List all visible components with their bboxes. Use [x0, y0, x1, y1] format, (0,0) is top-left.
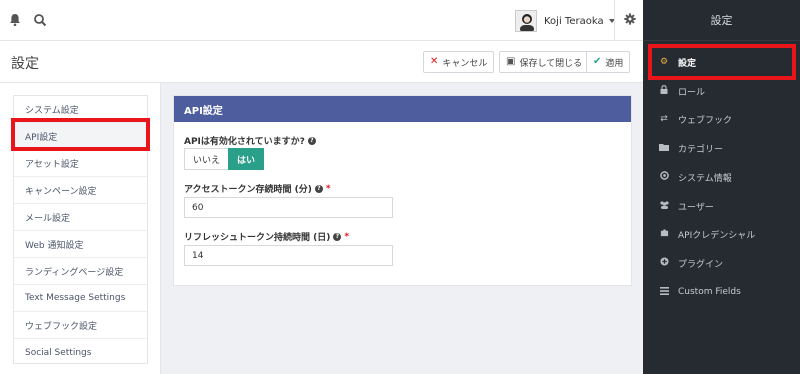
- page-title: 設定: [11, 56, 39, 72]
- nav-item-social-settings[interactable]: Social Settings: [14, 339, 147, 366]
- puzzle-icon: [656, 228, 672, 240]
- refresh-token-label: リフレッシュトークン持続時間 (日) ? *: [184, 231, 350, 244]
- help-icon[interactable]: ?: [307, 136, 316, 145]
- sidebar-item-categories[interactable]: カテゴリー: [643, 134, 800, 162]
- users-icon: [656, 200, 672, 212]
- sidebar-item-roles[interactable]: ロール: [643, 77, 800, 105]
- top-bar: Koji Teraoka: [0, 0, 643, 41]
- lock-icon: [656, 85, 672, 97]
- api-enabled-toggle: いいえ はい: [184, 148, 265, 170]
- sidebar-title: 設定: [643, 0, 800, 41]
- divider: [614, 0, 615, 41]
- access-token-label: アクセストークン存続時間 (分) ? *: [184, 183, 331, 196]
- nav-item-asset-settings[interactable]: アセット設定: [14, 150, 147, 177]
- save-and-close-label: 保存して閉じる: [519, 58, 583, 69]
- folder-icon: [656, 143, 672, 154]
- toggle-no-button[interactable]: いいえ: [184, 148, 229, 170]
- page-header: 設定 ✕ キャンセル ▣ 保存して閉じる ✔ 適用: [0, 41, 643, 83]
- nav-item-campaign-settings[interactable]: キャンペーン設定: [14, 177, 147, 204]
- access-token-input[interactable]: 60: [184, 197, 393, 218]
- user-menu[interactable]: Koji Teraoka: [515, 9, 615, 33]
- toggle-yes-button[interactable]: はい: [228, 148, 265, 170]
- nav-item-landing-page-settings[interactable]: ランディングページ設定: [14, 258, 147, 285]
- check-icon: ✔: [593, 56, 602, 67]
- exchange-icon: ⇄: [660, 114, 668, 124]
- cancel-button-label: キャンセル: [442, 58, 488, 69]
- api-settings-panel: API設定 APIは有効化されていますか? ? いいえ はい アクセストークン存…: [173, 95, 632, 286]
- refresh-token-input[interactable]: 14: [184, 245, 393, 266]
- close-icon: ✕: [430, 56, 439, 67]
- sidebar-item-plugins[interactable]: プラグイン: [643, 249, 800, 277]
- required-mark: *: [325, 183, 331, 194]
- nav-item-web-notification-settings[interactable]: Web 通知設定: [14, 231, 147, 258]
- apply-button[interactable]: ✔ 適用: [586, 51, 631, 73]
- help-icon[interactable]: ?: [314, 184, 323, 193]
- highlight-box-settings: [648, 44, 796, 80]
- cancel-button[interactable]: ✕ キャンセル: [423, 51, 495, 73]
- sidebar-item-api-credentials[interactable]: APIクレデンシャル: [643, 220, 800, 248]
- life-ring-icon: [656, 171, 672, 183]
- gear-icon[interactable]: [624, 13, 636, 25]
- nav-item-text-message-settings[interactable]: Text Message Settings: [14, 285, 147, 312]
- sidebar-item-system-info[interactable]: システム情報: [643, 163, 800, 191]
- user-name: Koji Teraoka: [544, 15, 604, 27]
- list-icon: [656, 286, 672, 298]
- nav-item-email-settings[interactable]: メール設定: [14, 204, 147, 231]
- api-enabled-label: APIは有効化されていますか? ?: [184, 134, 316, 147]
- apply-button-label: 適用: [605, 58, 624, 69]
- bell-icon[interactable]: [7, 12, 23, 28]
- save-icon: ▣: [506, 56, 516, 67]
- required-mark: *: [344, 231, 350, 242]
- highlight-box-api-settings: [11, 118, 150, 151]
- sidebar-item-custom-fields[interactable]: Custom Fields: [643, 278, 800, 306]
- save-and-close-button[interactable]: ▣ 保存して閉じる: [499, 51, 590, 73]
- plus-circle-icon: [656, 257, 672, 269]
- panel-title: API設定: [174, 96, 631, 122]
- avatar: [515, 10, 537, 32]
- sidebar-item-webhooks[interactable]: ⇄ ウェブフック: [643, 105, 800, 133]
- nav-item-webhook-settings[interactable]: ウェブフック設定: [14, 312, 147, 339]
- sidebar-item-users[interactable]: ユーザー: [643, 192, 800, 220]
- search-icon[interactable]: [32, 12, 48, 28]
- help-icon[interactable]: ?: [333, 232, 342, 241]
